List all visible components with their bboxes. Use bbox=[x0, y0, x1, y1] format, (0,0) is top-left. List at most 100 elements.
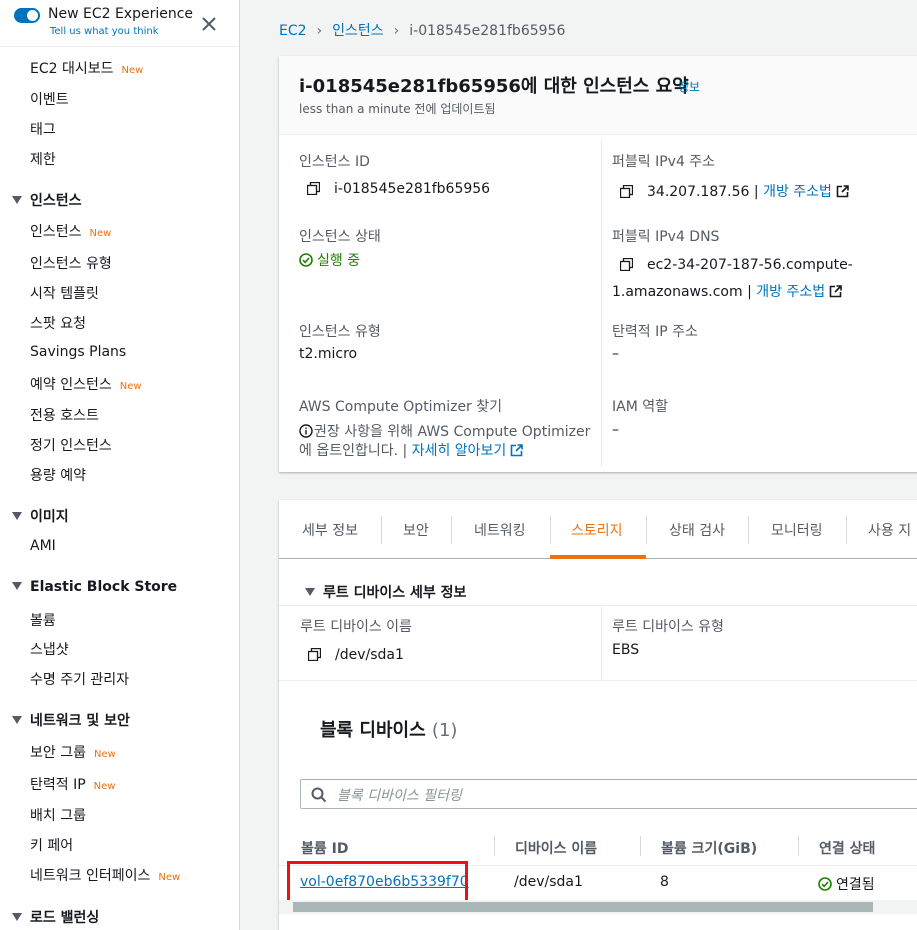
block-devices-count: (1) bbox=[431, 720, 458, 741]
column-attachment-status[interactable]: 연결 상태 bbox=[819, 838, 875, 858]
new-experience-title: New EC2 Experience bbox=[48, 6, 194, 22]
close-icon[interactable] bbox=[198, 13, 220, 35]
sidebar-item-capacity-reservations[interactable]: 용량 예약 bbox=[30, 465, 86, 485]
tab-separator bbox=[846, 516, 847, 544]
breadcrumb-instances[interactable]: 인스턴스 bbox=[332, 23, 384, 39]
section-title: 이미지 bbox=[30, 509, 69, 525]
caret-down-icon bbox=[12, 512, 22, 520]
instance-state-text: 실행 중 bbox=[317, 253, 361, 269]
sidebar-item-spot-requests[interactable]: 스팟 요청 bbox=[30, 313, 86, 333]
highlight-box bbox=[287, 861, 468, 905]
tab-status-checks[interactable]: 상태 검사 bbox=[669, 520, 725, 540]
tab-bar: 세부 정보 보안 네트워킹 스토리지 상태 검사 모니터링 사용 지 bbox=[279, 500, 917, 559]
public-dns-label: 퍼블릭 IPv4 DNS bbox=[612, 229, 720, 245]
divider bbox=[279, 605, 917, 606]
external-link-icon[interactable] bbox=[510, 443, 524, 457]
attachment-status-cell: 연결됨 bbox=[818, 874, 875, 894]
section-title: 네트워크 및 보안 bbox=[30, 713, 130, 729]
sidebar-item-placement-groups[interactable]: 배치 그룹 bbox=[30, 805, 86, 825]
sidebar-item-tags[interactable]: 태그 bbox=[30, 119, 56, 139]
check-circle-icon bbox=[818, 877, 832, 891]
active-tab-indicator bbox=[550, 555, 646, 559]
sidebar-item-dedicated-hosts[interactable]: 전용 호스트 bbox=[30, 405, 99, 425]
check-circle-icon bbox=[299, 253, 313, 267]
sidebar-item-savings-plans[interactable]: Savings Plans bbox=[30, 344, 126, 360]
open-address-link[interactable]: 개방 주소법 bbox=[756, 284, 825, 300]
sidebar-item-events[interactable]: 이벤트 bbox=[30, 89, 69, 109]
sidebar-section-ebs[interactable]: Elastic Block Store bbox=[12, 579, 177, 595]
sidebar-item-lifecycle-manager[interactable]: 수명 주기 관리자 bbox=[30, 669, 129, 689]
open-address-link[interactable]: 개방 주소법 bbox=[763, 184, 832, 200]
copy-icon[interactable] bbox=[620, 184, 633, 198]
copy-icon[interactable] bbox=[307, 181, 320, 195]
tab-details[interactable]: 세부 정보 bbox=[302, 520, 358, 540]
sidebar-item-label: AMI bbox=[30, 538, 56, 554]
horizontal-scrollbar[interactable] bbox=[279, 900, 917, 914]
info-link[interactable]: 정보 bbox=[678, 78, 700, 95]
caret-down-icon bbox=[12, 196, 22, 204]
root-device-name-label: 루트 디바이스 이름 bbox=[300, 619, 412, 635]
tab-storage[interactable]: 스토리지 bbox=[571, 520, 623, 540]
optimizer-text: 권장 사항을 위해 AWS Compute Optimizer bbox=[314, 424, 591, 440]
root-device-section-toggle[interactable]: 루트 디바이스 세부 정보 bbox=[305, 582, 466, 602]
public-dns-text: ec2-34-207-187-56.compute- bbox=[647, 257, 853, 273]
tab-tags[interactable]: 사용 지 bbox=[868, 520, 911, 540]
sidebar-section-images[interactable]: 이미지 bbox=[12, 506, 69, 526]
column-device-name[interactable]: 디바이스 이름 bbox=[515, 838, 597, 858]
copy-icon[interactable] bbox=[308, 647, 321, 661]
info-icon bbox=[299, 424, 313, 438]
sidebar-item-key-pairs[interactable]: 키 페어 bbox=[30, 835, 73, 855]
block-devices-title: 블록 디바이스 (1) bbox=[320, 716, 457, 742]
sidebar-item-label: 제한 bbox=[30, 152, 56, 168]
instance-details-tabs-card: 세부 정보 보안 네트워킹 스토리지 상태 검사 모니터링 사용 지 루트 디바… bbox=[279, 500, 917, 930]
tab-security[interactable]: 보안 bbox=[403, 520, 429, 540]
chevron-right-icon: › bbox=[393, 23, 400, 39]
tab-separator bbox=[646, 516, 647, 544]
feedback-link[interactable]: Tell us what you think bbox=[50, 26, 159, 37]
learn-more-link[interactable]: 자세히 알아보기 bbox=[412, 443, 507, 459]
sidebar-item-instance-types[interactable]: 인스턴스 유형 bbox=[30, 253, 112, 273]
sidebar-item-ec2-dashboard[interactable]: EC2 대시보드 New bbox=[30, 58, 143, 78]
tab-networking[interactable]: 네트워킹 bbox=[474, 520, 526, 540]
public-dns-text: 1.amazonaws.com bbox=[612, 284, 743, 300]
sidebar-item-limits[interactable]: 제한 bbox=[30, 149, 56, 169]
scrollbar-thumb[interactable] bbox=[293, 902, 873, 912]
column-volume-id[interactable]: 볼륨 ID bbox=[301, 838, 348, 858]
sidebar-item-volumes[interactable]: 볼륨 bbox=[30, 610, 56, 630]
sidebar-item-scheduled-instances[interactable]: 정기 인스턴스 bbox=[30, 435, 112, 455]
public-dns-value-line1: ec2-34-207-187-56.compute- bbox=[620, 257, 853, 273]
section-title: Elastic Block Store bbox=[30, 579, 178, 595]
sidebar-item-elastic-ips[interactable]: 탄력적 IP New bbox=[30, 774, 115, 794]
sidebar-section-load-balancing[interactable]: 로드 밸런싱 bbox=[12, 907, 99, 927]
tab-monitoring[interactable]: 모니터링 bbox=[771, 520, 823, 540]
external-link-icon[interactable] bbox=[829, 284, 842, 298]
search-icon bbox=[311, 787, 327, 803]
sidebar-item-network-interfaces[interactable]: 네트워크 인터페이스 New bbox=[30, 865, 180, 885]
new-experience-toggle[interactable] bbox=[14, 8, 40, 23]
sidebar-item-label: 보안 그룹 bbox=[30, 745, 86, 761]
tab-separator bbox=[381, 516, 382, 544]
sidebar-item-launch-templates[interactable]: 시작 템플릿 bbox=[30, 283, 99, 303]
copy-icon[interactable] bbox=[620, 257, 633, 271]
caret-down-icon bbox=[305, 588, 315, 596]
sidebar-item-instances[interactable]: 인스턴스 New bbox=[30, 221, 111, 241]
sidebar-section-instances[interactable]: 인스턴스 bbox=[12, 190, 82, 210]
sidebar-item-label: 수명 주기 관리자 bbox=[30, 672, 130, 688]
sidebar-item-snapshots[interactable]: 스냅샷 bbox=[30, 639, 69, 659]
sidebar-item-label: 태그 bbox=[30, 122, 56, 138]
breadcrumb: EC2 › 인스턴스 › i-018545e281fb65956 bbox=[279, 20, 565, 40]
public-ipv4-text: 34.207.187.56 bbox=[647, 184, 750, 200]
sidebar-item-ami[interactable]: AMI bbox=[30, 538, 56, 554]
sidebar-item-label: 전용 호스트 bbox=[30, 408, 99, 424]
public-ipv4-value: 34.207.187.56 | 개방 주소법 bbox=[620, 181, 849, 201]
sidebar-section-network-security[interactable]: 네트워크 및 보안 bbox=[12, 710, 130, 730]
column-volume-size[interactable]: 볼륨 크기(GiB) bbox=[661, 838, 757, 858]
sidebar-item-reserved-instances[interactable]: 예약 인스턴스 New bbox=[30, 374, 142, 394]
external-link-icon[interactable] bbox=[836, 184, 849, 198]
optimizer-text-line1: 권장 사항을 위해 AWS Compute Optimizer bbox=[299, 421, 590, 441]
block-device-filter-input[interactable]: 블록 디바이스 필터링 bbox=[300, 779, 917, 809]
sidebar-item-security-groups[interactable]: 보안 그룹 New bbox=[30, 742, 116, 762]
breadcrumb-ec2[interactable]: EC2 bbox=[279, 23, 307, 39]
column-separator bbox=[640, 836, 641, 856]
separator: | bbox=[747, 284, 752, 300]
